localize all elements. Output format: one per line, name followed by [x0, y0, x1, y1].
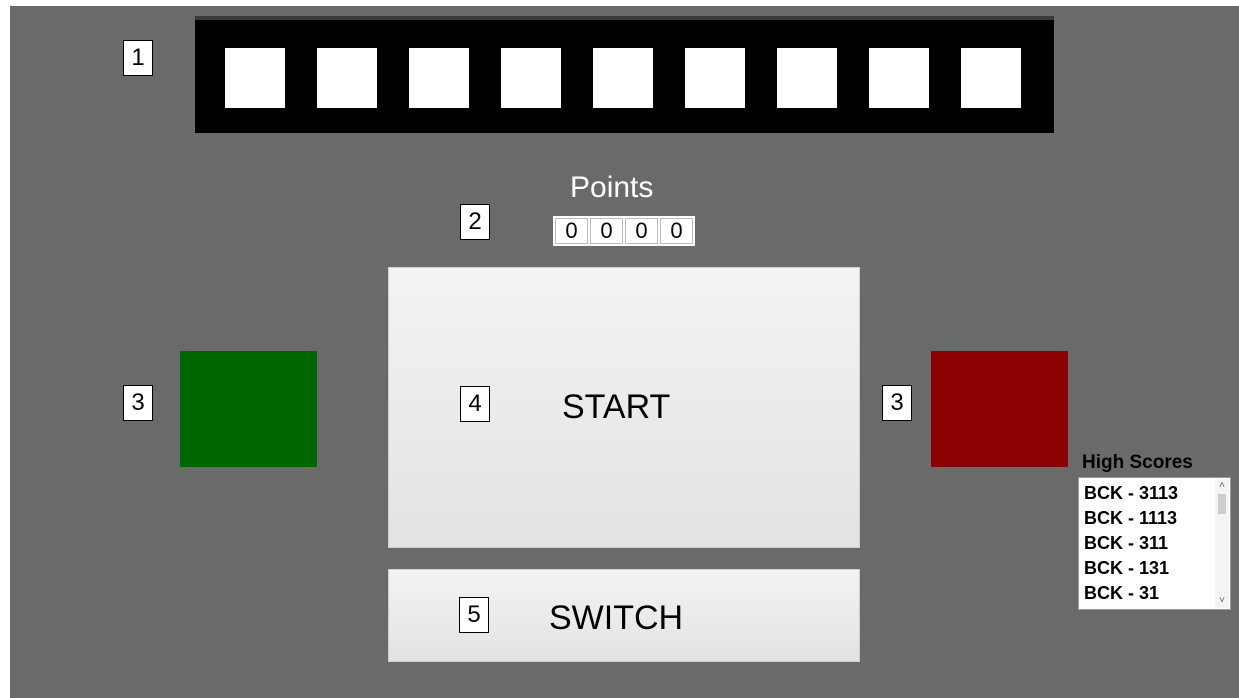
start-button-label: START — [562, 388, 671, 426]
high-scores-scrollbar[interactable]: ˄ ˅ — [1215, 479, 1229, 608]
callout-1: 1 — [123, 40, 153, 76]
high-scores-title: High Scores — [1082, 452, 1193, 473]
switch-button[interactable]: 5 SWITCH — [388, 569, 860, 662]
points-digit-1: 0 — [555, 218, 588, 244]
game-window: 1 Points 2 0 0 0 0 3 4 START 3 5 SWITCH … — [10, 6, 1239, 698]
slot-strip — [195, 16, 1054, 133]
high-score-item[interactable]: BCK - 1113 — [1084, 508, 1177, 529]
points-title: Points — [570, 171, 654, 204]
callout-3-right: 3 — [882, 385, 912, 421]
callout-3-left: 3 — [123, 385, 153, 421]
points-digit-2: 0 — [590, 218, 623, 244]
slot-5 — [593, 48, 653, 108]
red-color-button[interactable] — [931, 351, 1068, 467]
points-digit-4: 0 — [660, 218, 693, 244]
high-score-item[interactable]: BCK - 131 — [1084, 558, 1169, 579]
switch-button-label: SWITCH — [549, 599, 684, 637]
green-color-button[interactable] — [180, 351, 317, 467]
callout-2: 2 — [460, 204, 490, 240]
slot-1 — [225, 48, 285, 108]
slot-9 — [961, 48, 1021, 108]
slot-3 — [409, 48, 469, 108]
callout-5: 5 — [459, 597, 489, 633]
high-score-item[interactable]: BCK - 311 — [1084, 533, 1168, 554]
high-scores-list[interactable]: BCK - 3113 BCK - 1113 BCK - 311 BCK - 13… — [1078, 477, 1231, 610]
callout-4: 4 — [460, 386, 490, 422]
slot-2 — [317, 48, 377, 108]
slot-4 — [501, 48, 561, 108]
start-button[interactable]: 4 START — [388, 267, 860, 548]
slot-6 — [685, 48, 745, 108]
points-digit-3: 0 — [625, 218, 658, 244]
high-score-item[interactable]: BCK - 31 — [1084, 583, 1159, 604]
high-score-item[interactable]: BCK - 3113 — [1084, 483, 1178, 504]
chevron-up-icon[interactable]: ˄ — [1215, 480, 1229, 492]
points-display: 0 0 0 0 — [553, 216, 695, 246]
slot-7 — [777, 48, 837, 108]
slot-8 — [869, 48, 929, 108]
chevron-down-icon[interactable]: ˅ — [1215, 595, 1229, 607]
scrollbar-thumb[interactable] — [1218, 494, 1226, 514]
